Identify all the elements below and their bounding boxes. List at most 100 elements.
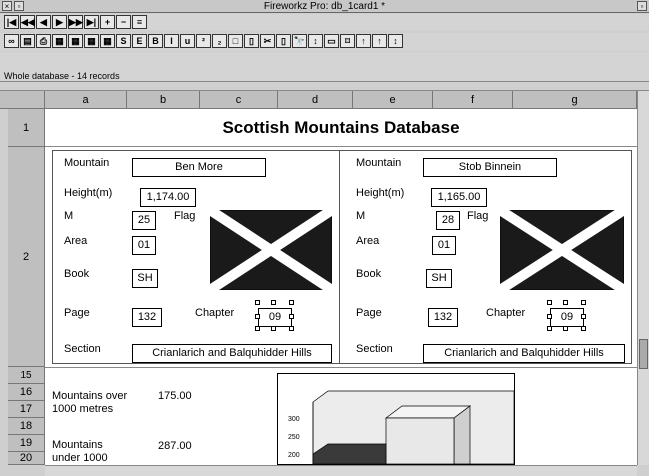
selection-handle[interactable] (255, 314, 260, 319)
selection-handle[interactable] (547, 300, 552, 305)
card1-height-field[interactable]: 1,174.00 (140, 188, 196, 207)
card1-area-field[interactable]: 01 (132, 236, 156, 255)
toolbar-button[interactable]: ↑ (372, 34, 387, 48)
toolbar-button[interactable]: ▶▶ (68, 15, 83, 29)
selection-handle[interactable] (289, 326, 294, 331)
selection-handle[interactable] (271, 300, 276, 305)
row-header-1[interactable]: 1 (8, 109, 45, 147)
toolbar-button[interactable]: ₂ (212, 34, 227, 48)
summary-value-over: 175.00 (158, 390, 192, 402)
label-height: Height(m) (356, 187, 405, 199)
card2-m-field[interactable]: 28 (436, 211, 460, 230)
toolbar-button[interactable]: ◀◀ (20, 15, 35, 29)
toolbar-button[interactable]: □ (228, 34, 243, 48)
label-page: Page (356, 307, 382, 319)
left-margin (0, 109, 8, 465)
sheet-corner[interactable] (0, 91, 45, 109)
label-m: M (356, 210, 366, 222)
card2-chapter-field[interactable]: 09 (550, 308, 584, 327)
selection-handle[interactable] (255, 326, 260, 331)
toolbar-button[interactable]: ▯ (276, 34, 291, 48)
toggle-size-icon[interactable]: ▫ (637, 1, 647, 11)
window-title-bar[interactable]: Fireworkz Pro: db_1card1 * (0, 0, 649, 13)
card1-chapter-field[interactable]: 09 (258, 308, 292, 327)
card1-book-field[interactable]: SH (132, 269, 158, 288)
column-header-d[interactable]: d (278, 91, 353, 109)
saltire-flag-image (497, 205, 627, 295)
toolbar-button[interactable]: u (180, 34, 195, 48)
row-header-17[interactable]: 17 (8, 401, 45, 418)
selection-handle[interactable] (289, 300, 294, 305)
horizontal-scrollbar[interactable] (45, 465, 637, 476)
toolbar-button[interactable]: + (100, 15, 115, 29)
toolbar-button[interactable]: B (148, 34, 163, 48)
card1-section-field[interactable]: Crianlarich and Balquhidder Hills (132, 344, 332, 363)
column-header-f[interactable]: f (433, 91, 513, 109)
toolbar-button[interactable]: ✂ (260, 34, 275, 48)
row-header-16[interactable]: 16 (8, 384, 45, 401)
card2-area-field[interactable]: 01 (432, 236, 456, 255)
row-header-2[interactable]: 2 (8, 147, 45, 367)
toolbar-button[interactable]: ▦ (52, 34, 67, 48)
toolbar-button[interactable]: ⎙ (36, 34, 51, 48)
card2-height-field[interactable]: 1,165.00 (431, 188, 487, 207)
toolbar-button[interactable]: S (116, 34, 131, 48)
formatting-toolbar: ∞ ▤ ⎙ ▦ ▦ ▦ ▦ S E B Iu ² ₂ □ ▯ ✂ ▯ 🔭 ↕ ▭ ⌑ ↑ ↑ ↕ (0, 33, 649, 51)
toolbar-button[interactable]: 🔭 (292, 34, 307, 48)
card2-section-field[interactable]: Crianlarich and Balquhidder Hills (423, 344, 625, 363)
row-header-15[interactable]: 15 (8, 367, 45, 384)
toolbar-button[interactable]: ∞ (4, 34, 19, 48)
toolbar-button[interactable]: ▭ (324, 34, 339, 48)
card2-mountain-field[interactable]: Stob Binnein (423, 158, 557, 177)
record-count: Whole database - 14 records (4, 71, 120, 81)
toolbar-button[interactable]: ▦ (68, 34, 83, 48)
column-header-g[interactable]: g (513, 91, 637, 109)
toolbar-button[interactable]: ⌑ (340, 34, 355, 48)
label-book: Book (356, 268, 382, 280)
bar-chart[interactable]: 300 250 200 (277, 373, 515, 465)
vertical-scrollbar[interactable] (637, 91, 649, 465)
toolbar-button[interactable]: ↕ (308, 34, 323, 48)
card1-m-field[interactable]: 25 (132, 211, 156, 230)
card1-mountain-field[interactable]: Ben More (132, 158, 266, 177)
toolbar-button[interactable]: ▶ (52, 15, 67, 29)
selection-handle[interactable] (289, 314, 294, 319)
column-header-a[interactable]: a (45, 91, 127, 109)
toolbar-button[interactable]: ▤ (20, 34, 35, 48)
toolbar-button[interactable]: ▦ (84, 34, 99, 48)
vertical-scroll-thumb[interactable] (639, 339, 648, 369)
toolbar-button[interactable]: ² (196, 34, 211, 48)
toolbar-button[interactable]: ▦ (100, 34, 115, 48)
card2-page-field[interactable]: 132 (428, 308, 458, 327)
row-header-19[interactable]: 19 (8, 435, 45, 452)
navigation-toolbar: |◀ ◀◀ ◀ ▶ ▶▶ ▶| + − ≡ (0, 14, 649, 30)
toolbar-button[interactable]: ↕ (388, 34, 403, 48)
toolbar-button[interactable]: |◀ (4, 15, 19, 29)
selection-handle[interactable] (581, 314, 586, 319)
selection-handle[interactable] (581, 326, 586, 331)
toolbar-button[interactable]: ◀ (36, 15, 51, 29)
toolbar-button[interactable]: I (164, 34, 179, 48)
selection-handle[interactable] (563, 326, 568, 331)
toolbar-button[interactable]: ≡ (132, 15, 147, 29)
column-header-e[interactable]: e (353, 91, 433, 109)
card2-book-field[interactable]: SH (426, 269, 452, 288)
toolbar-button[interactable]: ↑ (356, 34, 371, 48)
row-header-20[interactable]: 20 (8, 452, 45, 465)
row-header-18[interactable]: 18 (8, 418, 45, 435)
selection-handle[interactable] (581, 300, 586, 305)
column-header-b[interactable]: b (127, 91, 200, 109)
column-header-c[interactable]: c (200, 91, 278, 109)
iconise-icon[interactable]: ▫ (14, 1, 24, 11)
selection-handle[interactable] (255, 300, 260, 305)
selection-handle[interactable] (547, 314, 552, 319)
toolbar-button[interactable]: E (132, 34, 147, 48)
selection-handle[interactable] (563, 300, 568, 305)
toolbar-button[interactable]: ▶| (84, 15, 99, 29)
toolbar-button[interactable]: − (116, 15, 131, 29)
selection-handle[interactable] (547, 326, 552, 331)
close-icon[interactable]: × (2, 1, 12, 11)
toolbar-button[interactable]: ▯ (244, 34, 259, 48)
selection-handle[interactable] (271, 326, 276, 331)
card1-page-field[interactable]: 132 (132, 308, 162, 327)
